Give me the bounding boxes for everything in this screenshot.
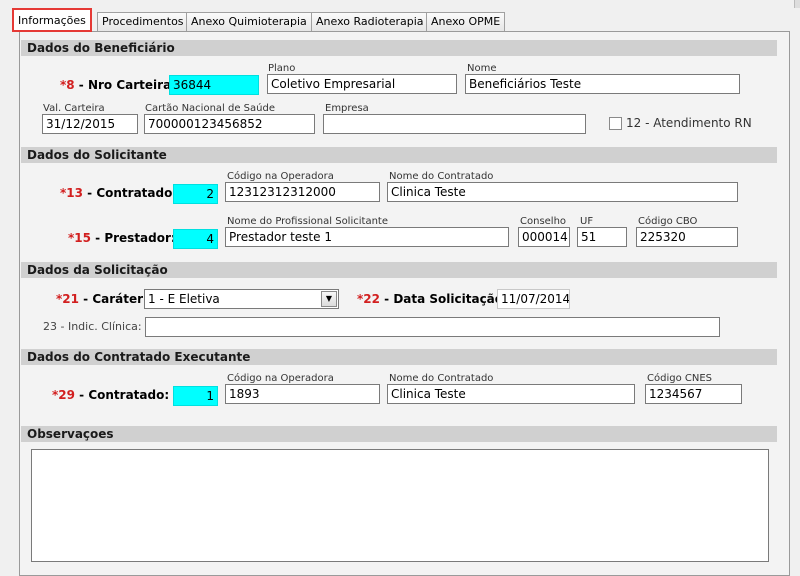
section-header-solicitacao: Dados da Solicitação: [21, 262, 777, 278]
cbo-label: Código CBO: [638, 216, 698, 227]
cbo-field[interactable]: 225320: [636, 227, 738, 247]
prestador-field[interactable]: 4: [173, 229, 218, 249]
data-solicitacao-field[interactable]: 11/07/2014: [497, 289, 570, 309]
prestador-label-text: - Prestador:: [90, 231, 176, 245]
uf-field[interactable]: 51: [577, 227, 627, 247]
section-header-beneficiario: Dados do Beneficiário: [21, 40, 777, 56]
contratado-executante-field[interactable]: 1: [173, 386, 218, 406]
required-marker: *8: [60, 78, 75, 92]
scrollbar-corner: [794, 0, 800, 8]
nro-carteira-field[interactable]: 36844: [169, 75, 259, 95]
required-marker: *21: [56, 292, 79, 306]
contratado-solicitante-label-text: - Contratado:: [82, 186, 178, 200]
empresa-field[interactable]: [323, 114, 586, 134]
profissional-field[interactable]: Prestador teste 1: [225, 227, 509, 247]
profissional-label: Nome do Profissional Solicitante: [227, 216, 388, 227]
cns-field[interactable]: 700000123456852: [144, 114, 315, 134]
nome-contratado-exec-label: Nome do Contratado: [389, 373, 494, 384]
tab-anexo-opme[interactable]: Anexo OPME: [426, 12, 506, 31]
nome-contratado-exec-field[interactable]: Clinica Teste: [387, 384, 635, 404]
val-carteira-label: Val. Carteira: [43, 103, 105, 114]
contratado-solicitante-label: *13 - Contratado:: [60, 186, 177, 200]
carater-select[interactable]: 1 - E Eletiva ▼: [144, 289, 339, 309]
nro-carteira-label-text: - Nro Carteira:: [74, 78, 176, 92]
atendimento-rn-checkbox[interactable]: [609, 117, 622, 130]
tab-anexo-radioterapia[interactable]: Anexo Radioterapia: [311, 12, 429, 31]
tab-anexo-quimioterapia[interactable]: Anexo Quimioterapia: [186, 12, 312, 31]
val-carteira-field[interactable]: 31/12/2015: [42, 114, 138, 134]
atendimento-rn-label: 12 - Atendimento RN: [626, 116, 752, 130]
required-marker: *13: [60, 186, 83, 200]
carater-label: *21 - Caráter:: [56, 292, 148, 306]
indic-clinica-label: 23 - Indic. Clínica:: [43, 320, 142, 333]
prestador-label: *15 - Prestador:: [68, 231, 176, 245]
required-marker: *15: [68, 231, 91, 245]
nome-field[interactable]: Beneficiários Teste: [465, 74, 740, 94]
codigo-operadora-exec-label: Código na Operadora: [227, 373, 334, 384]
carater-label-text: - Caráter:: [78, 292, 148, 306]
carater-select-value: 1 - E Eletiva: [148, 292, 220, 306]
conselho-field[interactable]: 0000141: [518, 227, 570, 247]
plano-label: Plano: [268, 63, 296, 74]
section-header-executante: Dados do Contratado Executante: [21, 349, 777, 365]
cnes-label: Código CNES: [647, 373, 712, 384]
cnes-field[interactable]: 1234567: [645, 384, 742, 404]
tab-informacoes[interactable]: Informações: [12, 8, 92, 32]
data-solicitacao-label-text: - Data Solicitação:: [379, 292, 508, 306]
nome-contratado-label: Nome do Contratado: [389, 171, 494, 182]
uf-label: UF: [580, 216, 594, 227]
codigo-operadora-exec-field[interactable]: 1893: [225, 384, 380, 404]
indic-clinica-field[interactable]: [145, 317, 720, 337]
tab-procedimentos[interactable]: Procedimentos: [97, 12, 189, 31]
codigo-operadora-field[interactable]: 12312312312000: [225, 182, 380, 202]
empresa-label: Empresa: [325, 103, 369, 114]
plano-field[interactable]: Coletivo Empresarial: [267, 74, 457, 94]
contratado-executante-label: *29 - Contratado:: [52, 388, 169, 402]
contratado-executante-label-text: - Contratado:: [74, 388, 170, 402]
chevron-down-icon[interactable]: ▼: [321, 291, 337, 307]
conselho-label: Conselho: [520, 216, 567, 227]
nome-label: Nome: [467, 63, 497, 74]
data-solicitacao-label: *22 - Data Solicitação:: [357, 292, 508, 306]
cns-label: Cartão Nacional de Saúde: [145, 103, 275, 114]
nro-carteira-label: *8 - Nro Carteira:: [60, 78, 176, 92]
nome-contratado-field[interactable]: Clinica Teste: [387, 182, 738, 202]
tab-bar: Informações Procedimentos Anexo Quimiote…: [0, 0, 800, 32]
section-header-solicitante: Dados do Solicitante: [21, 147, 777, 163]
observacoes-textarea[interactable]: [31, 449, 769, 562]
required-marker: *29: [52, 388, 75, 402]
contratado-solicitante-field[interactable]: 2: [173, 184, 218, 204]
codigo-operadora-label: Código na Operadora: [227, 171, 334, 182]
section-header-observacoes: Observaçoes: [21, 426, 777, 442]
required-marker: *22: [357, 292, 380, 306]
